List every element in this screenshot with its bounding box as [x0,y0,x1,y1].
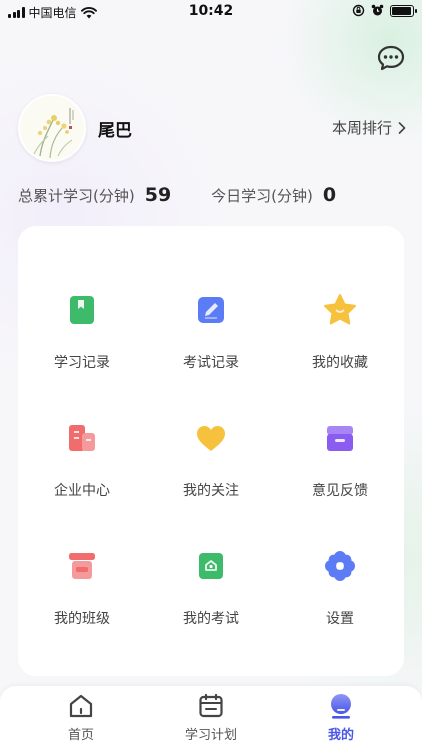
weekly-rank-link[interactable]: 本周排行 [332,117,406,138]
grid-item-my-class[interactable]: 我的班级 [18,544,146,654]
grid-item-favorites[interactable]: 我的收藏 [276,288,404,398]
status-right [352,4,417,17]
grid-item-my-follows[interactable]: 我的关注 [147,416,275,526]
total-study-label: 总累计学习(分钟) [18,187,135,205]
grid-label: 设置 [326,611,354,627]
exam-doc-icon [199,553,223,579]
bottom-tab-bar: 首页 学习计划 我的 [0,686,422,750]
grid-item-exam-record[interactable]: 考试记录 [147,288,275,398]
grid-label: 考试记录 [183,355,239,371]
function-grid-card: 学习记录 考试记录 我的收藏 企业中心 我的关注 意见反馈 我的班级 我的考试 … [18,226,404,676]
battery-icon [390,4,417,17]
total-study-value: 59 [144,184,172,206]
grid-item-feedback[interactable]: 意见反馈 [276,416,404,526]
tab-label: 首页 [67,728,94,743]
home-icon [69,694,93,718]
user-name: 尾巴 [98,121,132,141]
tab-label: 我的 [327,728,354,743]
grid-label: 我的关注 [183,483,239,499]
profile-icon [331,694,351,719]
avatar[interactable] [18,94,86,162]
grid-item-enterprise-center[interactable]: 企业中心 [18,416,146,526]
grid-item-settings[interactable]: 设置 [276,544,404,654]
status-bar: 中国电信 10:42 [0,0,422,24]
study-stats: 总累计学习(分钟) 59 今日学习(分钟) 0 [18,184,336,206]
grid-label: 我的收藏 [312,355,368,371]
grid-label: 意见反馈 [312,483,368,499]
grid-label: 我的考试 [183,611,239,627]
grid-label: 我的班级 [54,611,110,627]
building-icon [69,425,95,451]
chevron-right-icon [398,121,406,134]
tab-home[interactable]: 首页 [31,692,131,748]
calendar-icon [199,693,223,718]
alarm-icon [371,4,384,16]
orientation-lock-icon [352,4,365,17]
grid-label: 学习记录 [54,355,110,371]
today-study-value: 0 [322,184,337,206]
today-study-label: 今日学习(分钟) [211,187,313,205]
weekly-rank-label: 本周排行 [331,119,392,137]
tab-study-plan[interactable]: 学习计划 [161,692,261,748]
inbox-icon [327,426,353,451]
bookmark-icon [70,296,94,324]
grid-item-my-exams[interactable]: 我的考试 [147,544,275,654]
pen-note-icon [198,297,224,323]
heart-icon [197,426,225,451]
flower-gear-icon [325,551,355,581]
grid-label: 企业中心 [54,483,110,499]
signboard-icon [69,553,95,579]
tab-label: 学习计划 [184,728,237,743]
message-button[interactable] [376,44,406,72]
tab-mine[interactable]: 我的 [291,692,391,748]
star-icon [324,294,356,325]
grid-item-study-record[interactable]: 学习记录 [18,288,146,398]
